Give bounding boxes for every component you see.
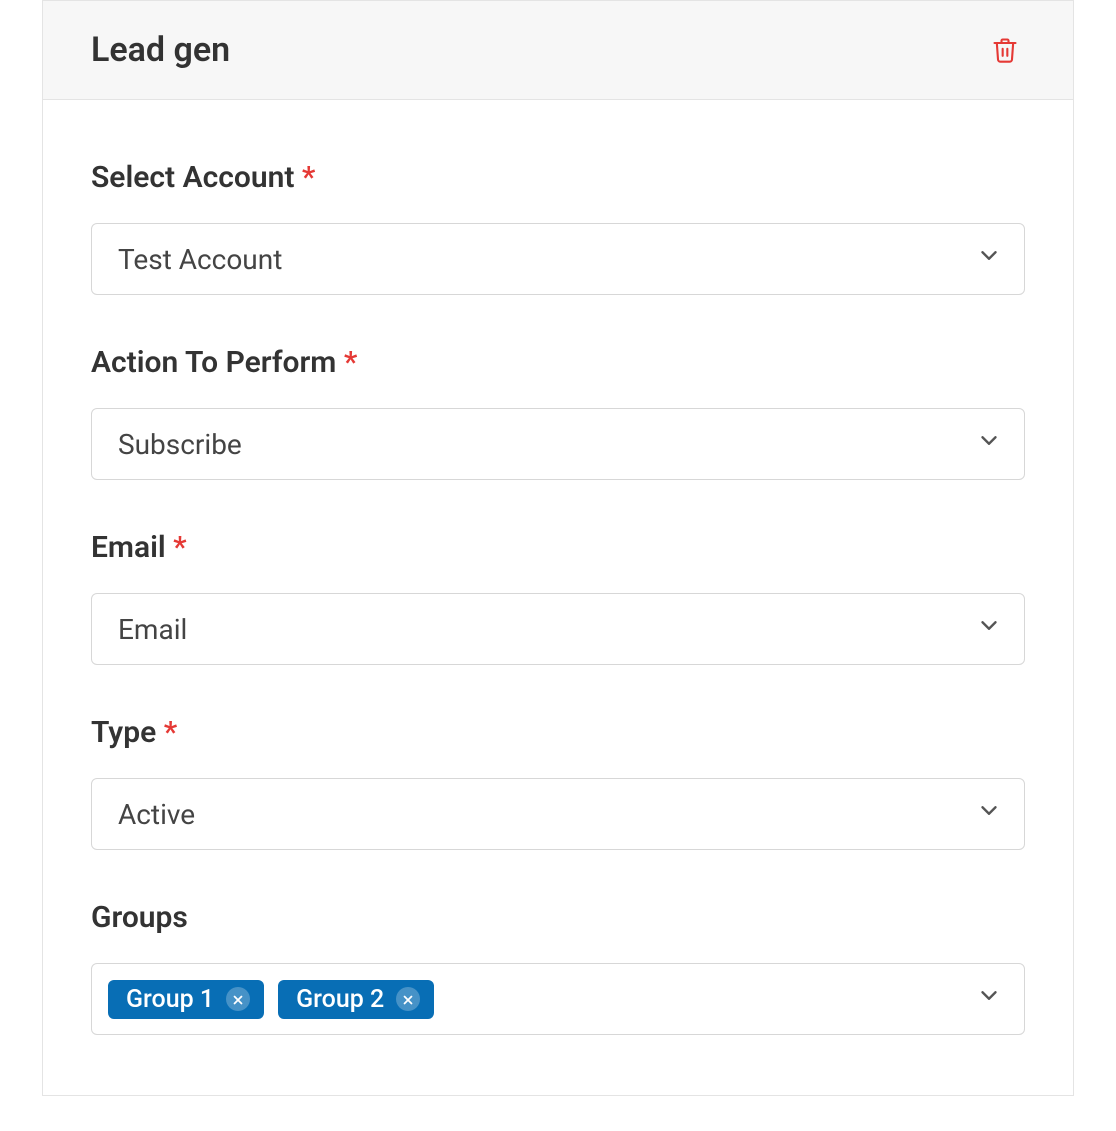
field-type: Type * Active (91, 715, 1025, 850)
tag-label: Group 1 (126, 987, 214, 1012)
lead-gen-card: Lead gen Select Account * (42, 0, 1074, 1096)
trash-icon (991, 53, 1019, 68)
select-value: Test Account (118, 243, 282, 276)
field-email: Email * Email (91, 530, 1025, 665)
card-body: Select Account * Test Account Action To … (43, 100, 1073, 1095)
remove-tag-button[interactable] (226, 987, 250, 1011)
group-tag: Group 2 (278, 980, 434, 1019)
delete-button[interactable] (985, 29, 1025, 71)
label-text: Email (91, 530, 166, 565)
tag-label: Group 2 (296, 987, 384, 1012)
required-mark: * (164, 715, 177, 750)
chevron-down-icon (976, 428, 1002, 461)
select-value: Subscribe (118, 428, 242, 461)
chevron-down-icon (976, 243, 1002, 276)
label-text: Select Account (91, 160, 294, 195)
select-value: Active (118, 798, 195, 831)
email-select[interactable]: Email (91, 593, 1025, 665)
field-groups: Groups Group 1 Group 2 (91, 900, 1025, 1035)
close-icon (231, 987, 245, 1012)
tags-row: Group 1 Group 2 (108, 970, 434, 1029)
group-tag: Group 1 (108, 980, 264, 1019)
chevron-down-icon (976, 983, 1002, 1016)
chevron-down-icon (976, 613, 1002, 646)
card-header: Lead gen (43, 1, 1073, 100)
required-mark: * (344, 345, 357, 380)
chevron-down-icon (976, 798, 1002, 831)
field-label-account: Select Account * (91, 160, 1025, 195)
field-account: Select Account * Test Account (91, 160, 1025, 295)
groups-select[interactable]: Group 1 Group 2 (91, 963, 1025, 1035)
required-mark: * (302, 160, 315, 195)
field-action: Action To Perform * Subscribe (91, 345, 1025, 480)
label-text: Groups (91, 900, 188, 935)
required-mark: * (173, 530, 186, 565)
field-label-groups: Groups (91, 900, 1025, 935)
action-select[interactable]: Subscribe (91, 408, 1025, 480)
field-label-email: Email * (91, 530, 1025, 565)
type-select[interactable]: Active (91, 778, 1025, 850)
account-select[interactable]: Test Account (91, 223, 1025, 295)
close-icon (401, 987, 415, 1012)
card-title: Lead gen (91, 30, 230, 70)
field-label-action: Action To Perform * (91, 345, 1025, 380)
label-text: Action To Perform (91, 345, 336, 380)
field-label-type: Type * (91, 715, 1025, 750)
remove-tag-button[interactable] (396, 987, 420, 1011)
select-value: Email (118, 613, 187, 646)
label-text: Type (91, 715, 156, 750)
